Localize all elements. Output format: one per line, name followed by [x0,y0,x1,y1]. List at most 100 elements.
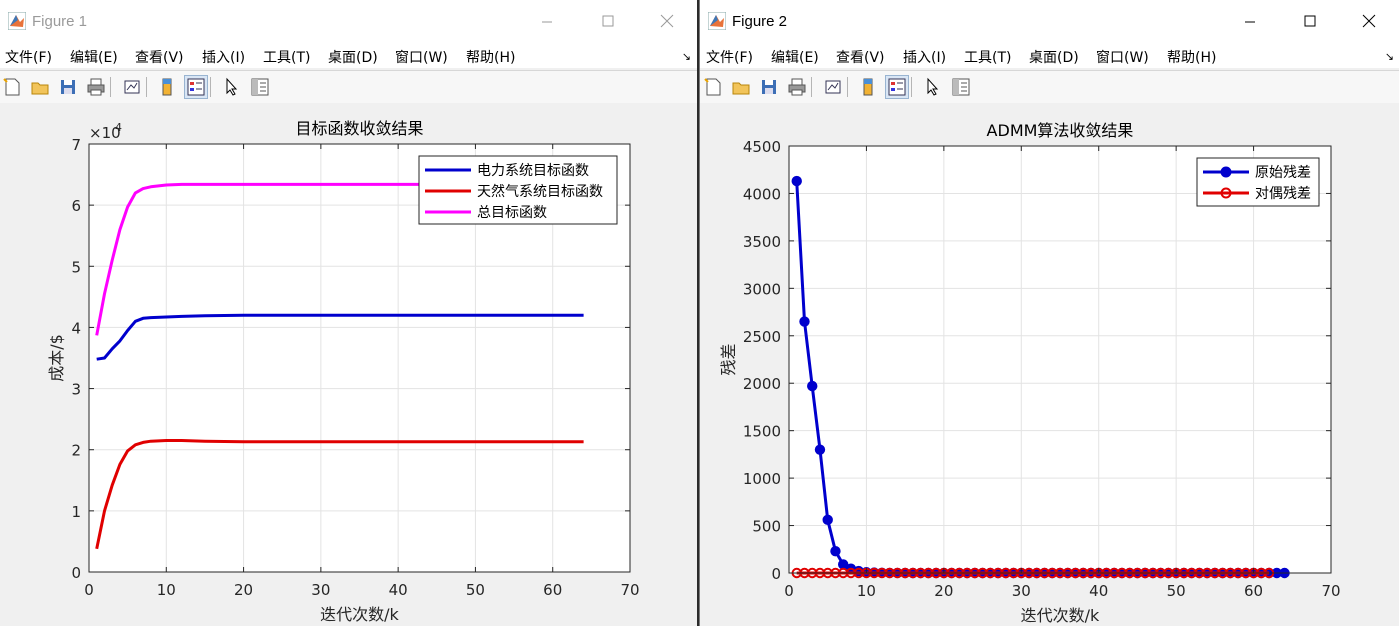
x-tick-label: 50 [466,581,485,599]
legend-label: 原始残差 [1255,165,1311,181]
link-plot-button[interactable] [822,76,844,98]
new-figure-button[interactable] [702,76,724,98]
close-button[interactable] [653,8,681,36]
menu-insert[interactable]: 插入(I) [903,47,946,67]
toolbar-separator [811,77,812,97]
legend[interactable]: 电力系统目标函数天然气系统目标函数总目标函数 [418,155,618,225]
x-axis-label: 迭代次数/k [320,605,399,624]
y-tick-label: 6 [71,197,81,215]
toolbar-separator [146,77,147,97]
x-tick-label: 0 [84,581,94,599]
menu-window[interactable]: 窗口(W) [395,47,448,67]
print-icon [788,78,806,96]
property-editor-button[interactable] [950,76,972,98]
legend-button[interactable] [184,75,208,99]
window-title: Figure 2 [732,13,788,30]
chart-title: 目标函数收敛结果 [295,119,423,138]
menu-file[interactable]: 文件(F) [5,47,52,67]
open-file-button[interactable] [29,76,51,98]
print-icon [87,78,105,96]
legend-label: 总目标函数 [477,205,547,221]
open-file-button[interactable] [730,76,752,98]
legend[interactable]: 原始残差对偶残差 [1196,157,1320,207]
y-tick-label: 2000 [743,375,781,393]
x-axis-label: 迭代次数/k [1021,606,1100,625]
property-editor-button[interactable] [249,76,271,98]
colorbar-button[interactable] [157,76,179,98]
title-bar[interactable]: Figure 1 [0,0,697,44]
data-point [822,514,833,526]
new-figure-icon [704,78,721,96]
maximize-icon [602,15,614,27]
legend-icon [888,78,906,96]
print-button[interactable] [85,76,107,98]
menu-edit[interactable]: 编辑(E) [70,47,118,67]
pointer-button[interactable] [221,76,243,98]
figure-2-canvas: 0 10 20 30 40 50 60 70 0 500 1000 1500 2000 2500 3000 3… [700,103,1399,626]
save-button[interactable] [57,76,79,98]
legend-button[interactable] [885,75,909,99]
menu-bar: 文件(F) 编辑(E) 查看(V) 插入(I) 工具(T) 桌面(D) 窗口(W… [0,44,697,68]
data-point [830,545,841,557]
y-axis-label: 残差 [719,343,738,375]
property-editor-icon [952,78,970,96]
x-tick-label: 30 [1012,582,1031,600]
legend-label: 对偶残差 [1255,186,1311,202]
colorbar-button[interactable] [858,76,880,98]
new-figure-button[interactable] [1,76,23,98]
y-tick-label: 4 [71,319,81,337]
chart-title: ADMM算法收敛结果 [987,121,1134,140]
data-point [799,316,810,327]
menu-view[interactable]: 查看(V) [135,47,184,67]
figure-2-window: Figure 2 文件(F) 编辑(E) 查看(V) 插入(I) 工具(T) 桌… [699,0,1399,626]
save-icon [762,80,776,94]
pointer-button[interactable] [922,76,944,98]
x-tick-label: 20 [234,581,253,599]
menu-tools[interactable]: 工具(T) [263,47,310,67]
print-button[interactable] [786,76,808,98]
y-exponent: 4 [115,121,122,134]
dock-arrow-icon[interactable]: ↘ [1385,50,1394,63]
x-tick-label: 20 [934,582,953,600]
menu-desktop[interactable]: 桌面(D) [1029,47,1079,67]
menu-bar: 文件(F) 编辑(E) 查看(V) 插入(I) 工具(T) 桌面(D) 窗口(W… [700,44,1399,68]
minimize-button[interactable] [1236,8,1264,36]
menu-edit[interactable]: 编辑(E) [771,47,819,67]
save-icon [61,80,75,94]
data-point [814,444,826,455]
dock-arrow-icon[interactable]: ↘ [682,50,691,63]
y-tick-label: 3500 [743,233,781,251]
save-button[interactable] [758,76,780,98]
menu-window[interactable]: 窗口(W) [1096,47,1149,67]
data-point [791,175,802,187]
figure-1-window: Figure 1 文件(F) 编辑(E) 查看(V) 插入(I) 工具(T) 桌… [0,0,697,626]
y-tick-label: 4500 [743,138,781,156]
maximize-button[interactable] [1296,8,1324,36]
x-tick-label: 0 [784,582,794,600]
menu-help[interactable]: 帮助(H) [466,47,515,67]
menu-desktop[interactable]: 桌面(D) [328,47,378,67]
link-plot-icon [825,80,841,94]
minimize-icon [1245,21,1255,23]
title-bar[interactable]: Figure 2 [700,0,1399,44]
menu-tools[interactable]: 工具(T) [964,47,1011,67]
figure-toolbar [0,70,697,104]
maximize-icon [1304,15,1316,27]
x-tick-label: 40 [389,581,408,599]
x-tick-label: 10 [857,582,876,600]
x-tick-label: 60 [1244,582,1263,600]
window-title: Figure 1 [32,13,88,30]
colorbar-icon [162,78,172,96]
menu-help[interactable]: 帮助(H) [1167,47,1216,67]
menu-insert[interactable]: 插入(I) [202,47,245,67]
menu-view[interactable]: 查看(V) [836,47,885,67]
menu-file[interactable]: 文件(F) [706,47,753,67]
legend-label: 电力系统目标函数 [477,163,589,179]
y-tick-label: 3 [71,381,81,399]
maximize-button[interactable] [594,8,622,36]
minimize-button[interactable] [533,8,561,36]
y-tick-label: 0 [771,565,781,583]
y-tick-label: 3000 [743,280,781,298]
link-plot-button[interactable] [121,76,143,98]
close-button[interactable] [1355,8,1383,36]
